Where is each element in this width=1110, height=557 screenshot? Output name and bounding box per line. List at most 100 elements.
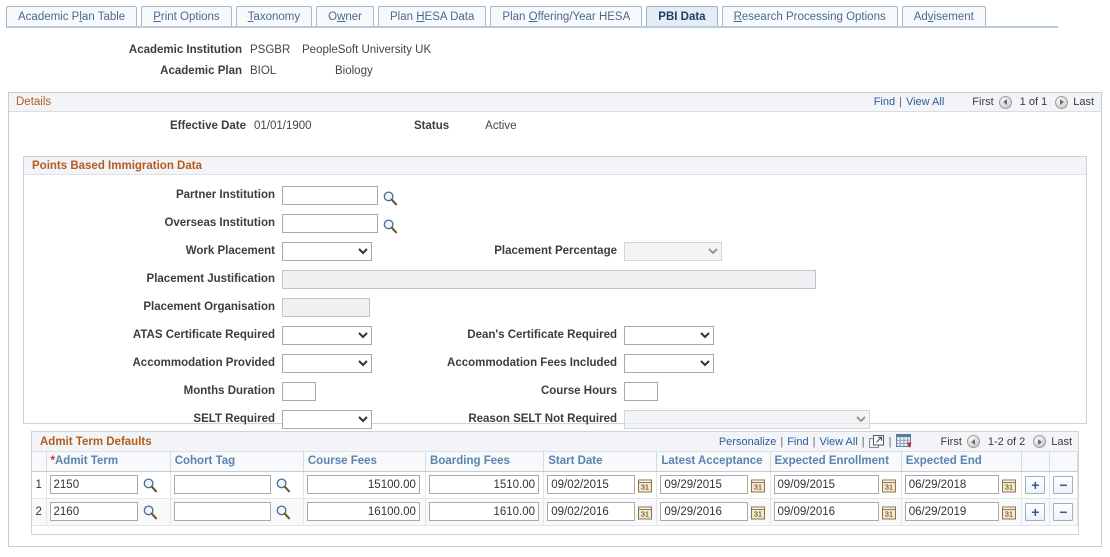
- grid-first-label[interactable]: First: [941, 436, 962, 448]
- cohort-tag-input[interactable]: [173, 475, 271, 494]
- grid-last-label[interactable]: Last: [1051, 436, 1072, 448]
- grid-previous-icon[interactable]: [966, 435, 980, 448]
- column-header-latest-acceptance[interactable]: Latest Acceptance: [656, 452, 771, 472]
- details-view-all-link[interactable]: View All: [906, 96, 944, 108]
- calendar-icon[interactable]: 31: [751, 478, 766, 493]
- course-hours-input[interactable]: [624, 381, 658, 401]
- remove-row-button[interactable]: −: [1053, 502, 1074, 521]
- column-header-start-date[interactable]: Start Date: [543, 452, 658, 472]
- svg-text:31: 31: [754, 483, 762, 492]
- overseas-institution-lookup-icon[interactable]: [382, 218, 398, 234]
- accommodation-fees-select[interactable]: [624, 353, 714, 373]
- expected-end-input[interactable]: [904, 502, 999, 521]
- left-arrow-glyph: [971, 438, 976, 445]
- download-spreadsheet-icon[interactable]: [895, 434, 913, 449]
- boarding-fees-input[interactable]: [429, 475, 540, 494]
- accommodation-provided-select[interactable]: [282, 353, 372, 373]
- details-last-label[interactable]: Last: [1073, 96, 1094, 108]
- previous-row-icon[interactable]: [998, 95, 1012, 109]
- calendar-icon[interactable]: 31: [1001, 505, 1017, 520]
- start-date-input[interactable]: [547, 475, 636, 494]
- admit-term-lookup-icon[interactable]: [142, 504, 158, 520]
- tab-taxonomy[interactable]: Taxonomy: [235, 6, 313, 28]
- add-row-button[interactable]: +: [1025, 475, 1046, 494]
- placement-justification-input[interactable]: [282, 269, 816, 289]
- selt-required-select[interactable]: [282, 409, 372, 429]
- tab-research-processing-options[interactable]: Research Processing Options: [721, 6, 898, 28]
- overseas-institution-input[interactable]: [282, 213, 378, 233]
- remove-row-button[interactable]: −: [1053, 475, 1074, 494]
- tab-pbi-data[interactable]: PBI Data: [646, 6, 718, 28]
- next-row-icon[interactable]: [1055, 95, 1069, 109]
- column-header-admit-term[interactable]: *Admit Term: [46, 452, 171, 472]
- latest-acceptance-input[interactable]: [660, 475, 749, 494]
- partner-institution-lookup-icon[interactable]: [382, 190, 398, 206]
- column-header-cohort-tag[interactable]: Cohort Tag: [170, 452, 304, 472]
- boarding-fees-input[interactable]: [429, 502, 540, 521]
- effective-date-value: 01/01/1900: [254, 120, 312, 132]
- cell-content: −: [1053, 502, 1074, 521]
- column-header-expected-enrollment[interactable]: Expected Enrollment: [770, 452, 902, 472]
- column-header-boarding-fees[interactable]: Boarding Fees: [425, 452, 545, 472]
- row-number: 1: [32, 471, 47, 499]
- cell-content: 31: [904, 475, 1018, 494]
- expected-end-input[interactable]: [904, 475, 999, 494]
- grid-view-all-link[interactable]: View All: [819, 436, 857, 448]
- tab-label: Advisement: [913, 10, 974, 23]
- page-key-fields: Academic Institution PSGBR PeopleSoft Un…: [0, 44, 1110, 86]
- grid-personalize-link[interactable]: Personalize: [719, 436, 776, 448]
- cell-expected-enrollment: 31: [770, 498, 902, 526]
- atas-select[interactable]: [282, 325, 372, 345]
- cohort-tag-input[interactable]: [173, 502, 271, 521]
- work-placement-select[interactable]: [282, 241, 372, 261]
- tab-plan-hesa-data[interactable]: Plan HESA Data: [378, 6, 487, 28]
- cell-content: 31: [773, 502, 898, 521]
- course-fees-input[interactable]: [306, 475, 420, 494]
- add-row-button[interactable]: +: [1025, 502, 1046, 521]
- cohort-tag-lookup-icon[interactable]: [275, 504, 291, 520]
- effective-date-row: Effective Date 01/01/1900 Status Active: [9, 120, 1101, 132]
- placement-percentage-label: Placement Percentage: [494, 245, 617, 257]
- right-arrow-glyph: [1037, 438, 1042, 445]
- placement-percentage-select[interactable]: [624, 241, 722, 261]
- column-header-expected-end[interactable]: Expected End: [901, 452, 1022, 472]
- reason-selt-select[interactable]: [624, 409, 870, 429]
- grid-find-link[interactable]: Find: [787, 436, 808, 448]
- expected-enrollment-input[interactable]: [773, 502, 879, 521]
- cell-content: +: [1025, 502, 1046, 521]
- calendar-icon[interactable]: 31: [881, 478, 897, 493]
- admit-term-input[interactable]: [49, 475, 138, 494]
- overseas-institution-label: Overseas Institution: [164, 217, 275, 229]
- column-header-course-fees[interactable]: Course Fees: [303, 452, 427, 472]
- column-label: Expected Enrollment: [774, 455, 889, 468]
- tab-academic-plan-table[interactable]: Academic Plan Table: [6, 6, 138, 28]
- calendar-icon[interactable]: 31: [1001, 478, 1017, 493]
- calendar-icon[interactable]: 31: [881, 505, 897, 520]
- placement-organisation-input[interactable]: [282, 297, 370, 317]
- details-panel: Details Find | View All First 1 of 1 Las…: [8, 92, 1102, 547]
- tab-plan-offering-year-hesa[interactable]: Plan Offering/Year HESA: [490, 6, 643, 28]
- calendar-icon[interactable]: 31: [638, 505, 653, 520]
- tab-print-options[interactable]: Print Options: [141, 6, 232, 28]
- deans-certificate-select[interactable]: [624, 325, 714, 345]
- months-duration-input[interactable]: [282, 381, 316, 401]
- details-first-label[interactable]: First: [972, 96, 993, 108]
- latest-acceptance-input[interactable]: [660, 502, 749, 521]
- pbi-group-box: Points Based Immigration Data Partner In…: [23, 156, 1087, 429]
- work-placement-label: Work Placement: [185, 245, 275, 257]
- details-find-link[interactable]: Find: [874, 96, 895, 108]
- calendar-icon[interactable]: 31: [751, 505, 766, 520]
- placement-justification-label: Placement Justification: [146, 273, 275, 285]
- tab-advisement[interactable]: Advisement: [901, 6, 986, 28]
- cohort-tag-lookup-icon[interactable]: [275, 477, 291, 493]
- new-window-icon[interactable]: [868, 434, 885, 449]
- admit-term-input[interactable]: [49, 502, 138, 521]
- admit-term-lookup-icon[interactable]: [142, 477, 158, 493]
- expected-enrollment-input[interactable]: [773, 475, 879, 494]
- grid-next-icon[interactable]: [1033, 435, 1047, 448]
- calendar-icon[interactable]: 31: [638, 478, 653, 493]
- partner-institution-input[interactable]: [282, 185, 378, 205]
- start-date-input[interactable]: [547, 502, 636, 521]
- tab-owner[interactable]: Owner: [316, 6, 374, 28]
- course-fees-input[interactable]: [306, 502, 420, 521]
